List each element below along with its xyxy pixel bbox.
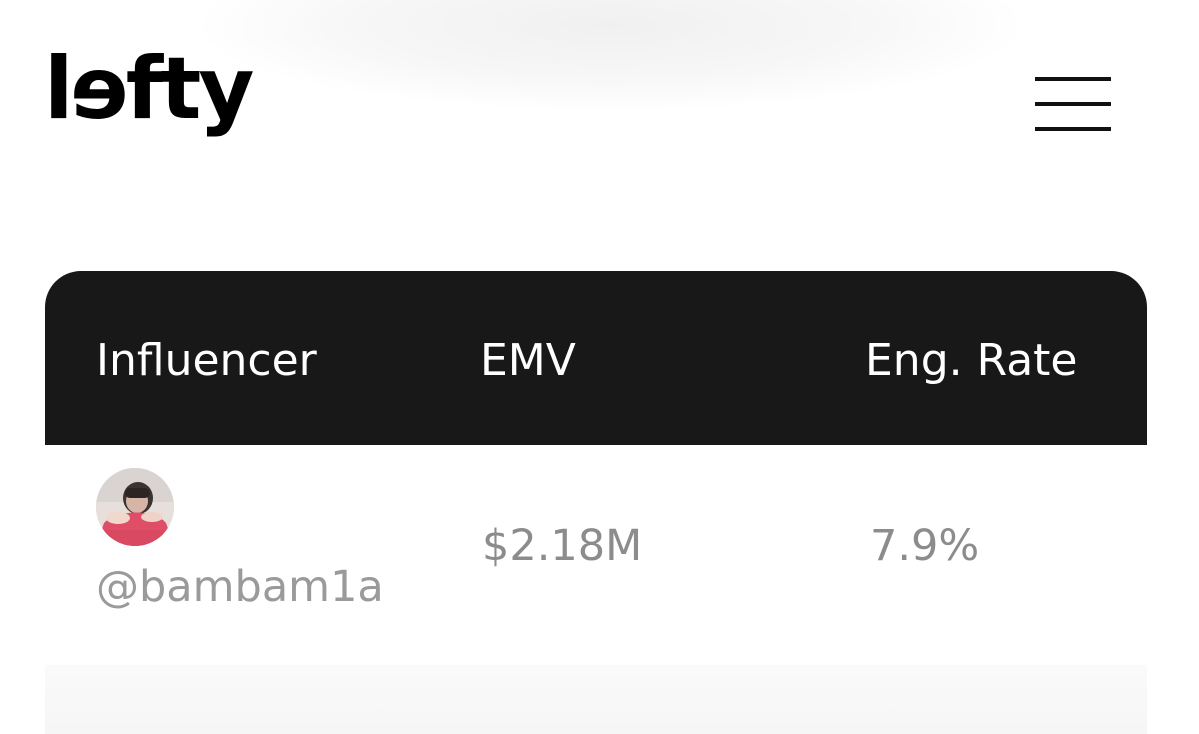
- page: lɘfty Influencer EMV Eng. Rate @bambam1a…: [0, 0, 1199, 734]
- column-header-influencer[interactable]: Influencer: [96, 334, 317, 388]
- lefty-logo[interactable]: lɘfty: [44, 46, 254, 132]
- next-table-row[interactable]: [45, 665, 1147, 734]
- hamburger-menu-icon[interactable]: [1035, 77, 1111, 137]
- menu-line: [1035, 102, 1111, 106]
- column-header-emv[interactable]: EMV: [480, 334, 576, 388]
- table-row[interactable]: @bambam1a $2.18M 7.9%: [45, 445, 1147, 655]
- table-header: Influencer EMV Eng. Rate: [45, 271, 1147, 445]
- emv-value: $2.18M: [482, 521, 643, 571]
- top-shadow: [200, 0, 1020, 110]
- menu-line: [1035, 77, 1111, 81]
- avatar[interactable]: [96, 468, 174, 546]
- column-header-eng-rate[interactable]: Eng. Rate: [865, 334, 1077, 388]
- menu-line: [1035, 127, 1111, 131]
- profile-photo-icon: [96, 468, 174, 546]
- influencer-handle[interactable]: @bambam1a: [96, 561, 384, 613]
- eng-rate-value: 7.9%: [870, 521, 980, 571]
